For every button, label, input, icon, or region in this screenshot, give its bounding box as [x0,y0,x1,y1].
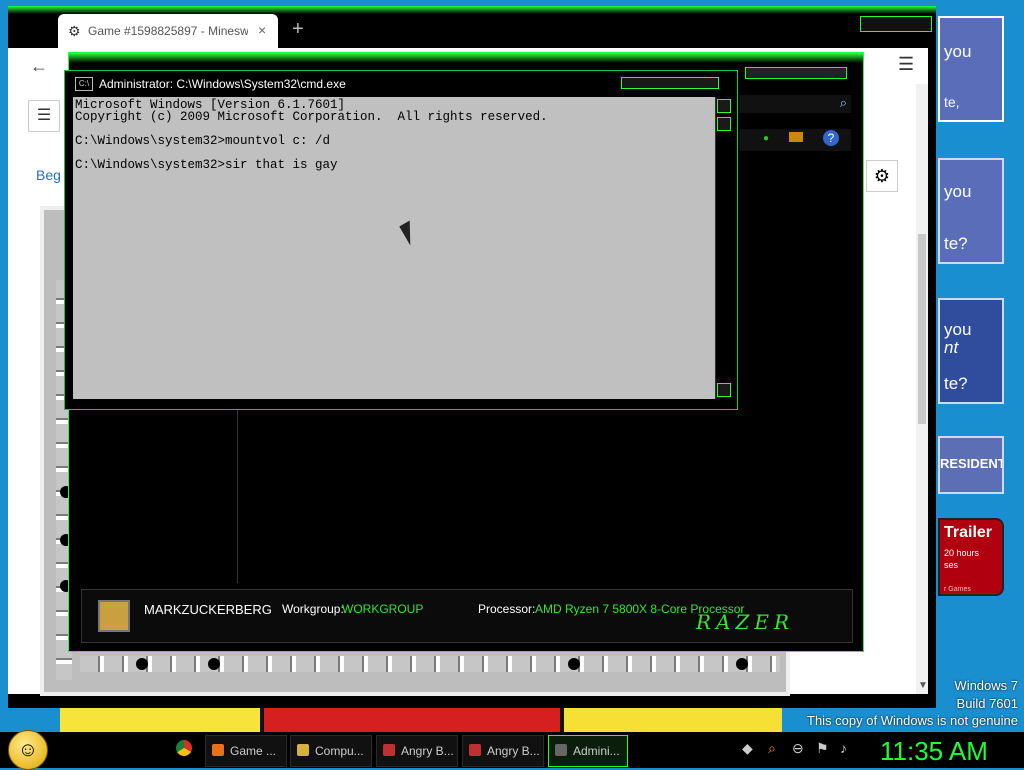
system-tray: ◆ ⌕ ⊖ ⚑ ♪ [742,740,862,760]
ad-text: nt [944,338,959,357]
computer-icon [98,600,130,632]
computer-name: MARKZUCKERBERG [144,602,272,617]
ad-text: r Games [944,586,971,593]
window-controls[interactable] [621,77,719,89]
side-ad[interactable]: Trailer 20 hours ses r Games [938,518,1004,596]
chrome-icon[interactable] [176,740,192,756]
scroll-down-button[interactable] [717,383,731,397]
console-scrollbar[interactable] [715,97,731,399]
system-info-footer: MARKZUCKERBERG Workgroup: WORKGROUP Proc… [81,589,853,643]
menu-icon[interactable]: ☰ [898,54,914,75]
start-button[interactable]: ☺ [8,730,48,770]
computer-icon [297,744,309,756]
tab-title: Game #1598825897 - Minesweeper [88,24,248,38]
flag-icon[interactable]: ⚑ [816,740,829,757]
taskbar-label: Angry B... [401,744,454,758]
help-icon[interactable]: ? [823,130,839,146]
minus-icon[interactable]: ⊖ [792,740,804,757]
window-controls[interactable] [745,67,847,79]
os-version: Windows 7 [954,678,1018,693]
window-title: Administrator: C:\Windows\System32\cmd.e… [99,77,346,91]
taskbar-item-computer[interactable]: Compu... [290,735,372,767]
angry-birds-icon [383,744,395,756]
console-text: Microsoft Windows [Version 6.1.7601] Cop… [75,98,548,172]
window-controls[interactable] [860,16,932,32]
difficulty-link[interactable]: Beg [36,167,61,183]
hamburger-menu-button[interactable]: ☰ [28,100,60,132]
taskbar-item-cmd[interactable]: Admini... [548,735,628,767]
scroll-up-button[interactable] [717,99,731,113]
new-tab-button[interactable]: + [292,18,304,41]
genuine-notice: This copy of Windows is not genuine [807,713,1018,728]
divider [237,403,238,583]
cmd-icon: C:\ [75,77,93,91]
network-icon[interactable]: ◆ [742,740,753,757]
side-ad[interactable]: you te, [938,16,1004,122]
cmd-window: C:\ Administrator: C:\Windows\System32\c… [64,70,738,410]
cell-row[interactable] [80,656,780,672]
chevron-down-icon[interactable]: ▼ [918,680,928,691]
workgroup-label: Workgroup: [282,602,344,616]
processor-label: Processor: [478,602,536,616]
taskbar-label: Angry B... [487,744,540,758]
browser-tab[interactable]: ⚙ Game #1598825897 - Minesweeper × [58,14,278,48]
taskbar-label: Compu... [315,744,364,758]
ad-text: you [944,320,972,339]
window-frame [69,53,863,63]
search-box[interactable]: ⌕ [739,95,851,113]
cmd-icon [555,744,567,756]
taskbar-label: Admini... [573,744,620,758]
status-icon[interactable]: ● [763,133,769,144]
taskbar-item-angry-birds[interactable]: Angry B... [462,735,544,767]
angry-birds-icon [469,744,481,756]
scroll-thumb[interactable] [717,117,731,131]
side-ad[interactable]: you nt te? [938,298,1004,404]
clock[interactable]: 11:35 AM [880,736,988,767]
back-arrow-icon[interactable]: ← [30,56,48,77]
razer-logo: RAZER [696,610,795,634]
ad-text: you [944,182,972,201]
taskbar: ☺ Game ... Compu... Angry B... Angry B..… [0,730,1024,770]
volume-icon[interactable]: ♪ [840,740,847,756]
mine-icon [136,658,148,670]
taskbar-label: Game ... [230,744,277,758]
taskbar-item-angry-birds[interactable]: Angry B... [376,735,458,767]
search-icon[interactable]: ⌕ [768,740,776,757]
mine-icon [208,658,220,670]
mine-icon [736,658,748,670]
ad-text: 20 hours [944,548,980,558]
side-ad[interactable]: RESIDENT [938,436,1004,494]
ad-text: RESIDENT [940,456,1004,471]
ad-text: you [944,42,972,61]
workgroup-value: WORKGROUP [342,602,424,616]
os-build: Build 7601 [956,696,1018,711]
taskbar-item-game[interactable]: Game ... [205,735,287,767]
page-scrollbar[interactable] [916,84,928,694]
close-icon[interactable]: × [258,22,266,38]
mine-icon [568,658,580,670]
ad-text: te, [944,94,960,110]
ad-text: ses [944,560,959,570]
window-frame [8,6,936,14]
ad-text: te? [944,234,968,253]
side-ad[interactable]: you te? [938,158,1004,264]
ad-text: Trailer [944,524,993,541]
gear-icon: ⚙ [68,23,81,39]
icon-toolbar: ● ? [739,129,851,151]
folder-icon[interactable] [789,132,803,142]
settings-button[interactable]: ⚙ [866,160,898,192]
scroll-thumb[interactable] [918,234,926,424]
console-output[interactable]: Microsoft Windows [Version 6.1.7601] Cop… [73,97,715,399]
firefox-icon [212,744,224,756]
search-icon[interactable]: ⌕ [840,95,847,111]
ad-text: te? [944,374,968,393]
